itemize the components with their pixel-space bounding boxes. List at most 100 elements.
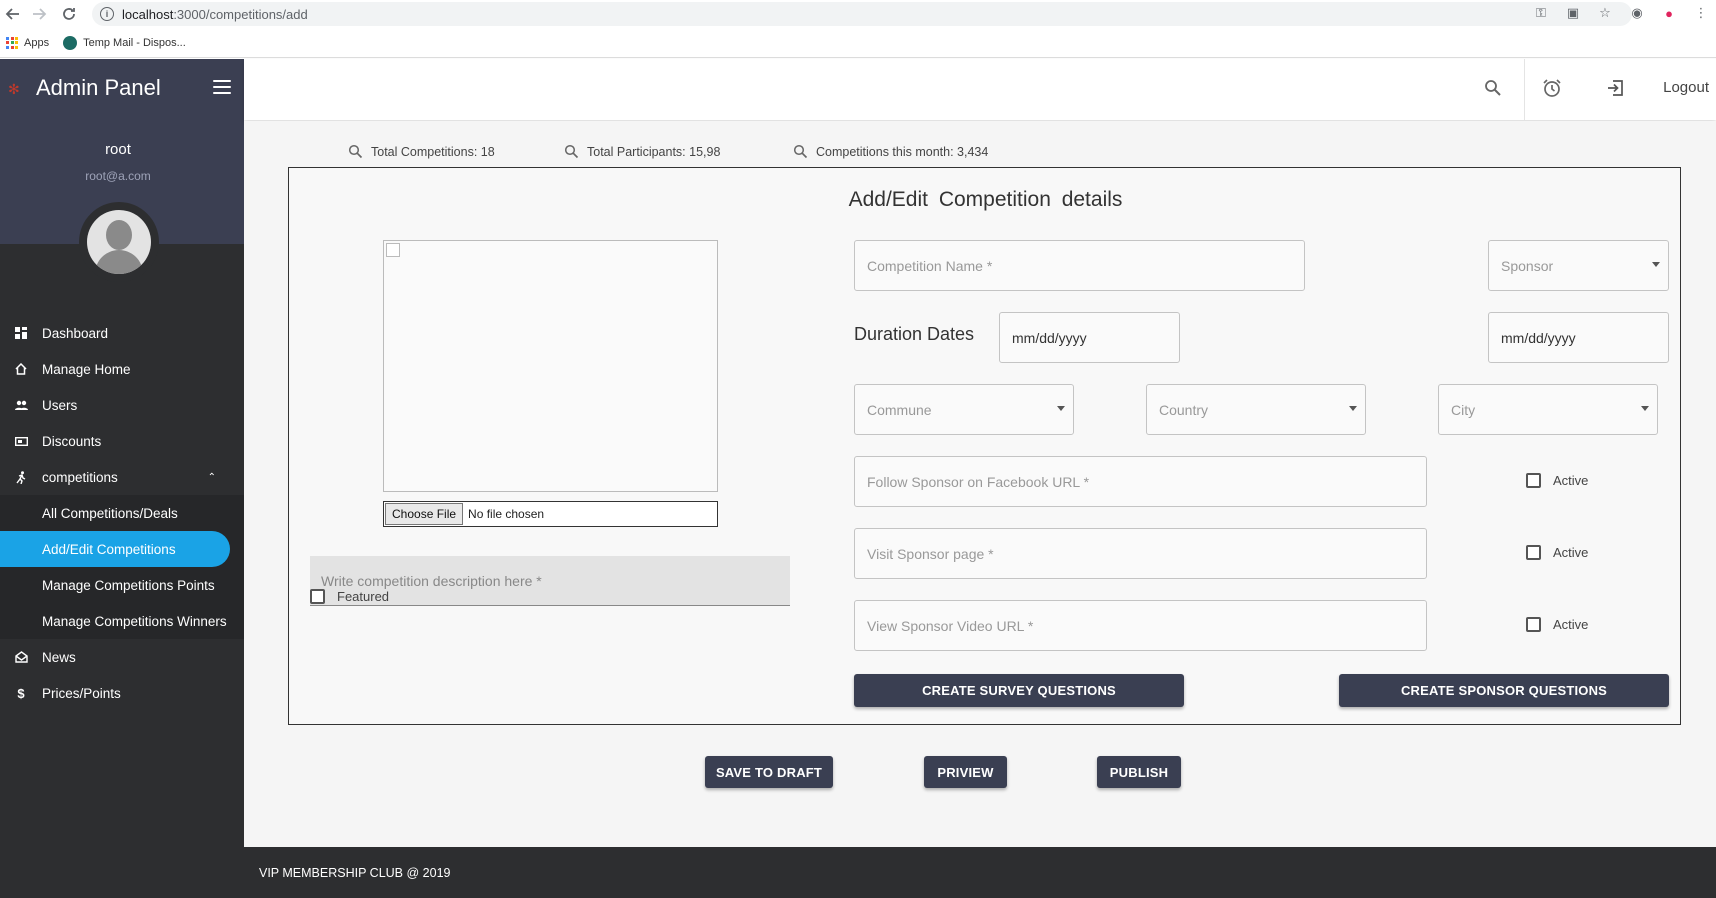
back-arrow-icon[interactable]: [0, 1, 26, 27]
user-email: root@a.com: [85, 169, 151, 183]
bookmark-apps[interactable]: Apps: [6, 36, 49, 49]
dropdown-caret-icon: [1057, 406, 1065, 411]
sidebar-item-users[interactable]: Users: [0, 387, 244, 423]
commune-placeholder: Commune: [867, 401, 932, 418]
bookmarks-bar: Apps Temp Mail - Dispos...: [0, 28, 1716, 58]
broken-image-icon: [386, 243, 400, 257]
stat-label: Total Participants: 15,98: [587, 144, 721, 159]
publish-button[interactable]: PUBLISH: [1097, 756, 1181, 788]
sidebar-item-manage-competitions-points[interactable]: Manage Competitions Points: [0, 567, 244, 603]
search-icon: [348, 144, 363, 159]
key-icon[interactable]: ⚿: [1532, 4, 1550, 22]
search-icon: [793, 144, 808, 159]
sidebar-item-label: competitions: [42, 469, 118, 485]
country-placeholder: Country: [1159, 401, 1209, 418]
temp-mail-icon: [63, 35, 78, 50]
facebook-url-field[interactable]: Follow Sponsor on Facebook URL *: [854, 456, 1427, 507]
sidebar-item-add-edit-competitions[interactable]: Add/Edit Competitions: [0, 531, 230, 567]
url-path: :3000/competitions/add: [173, 6, 308, 22]
create-survey-questions-button[interactable]: CREATE SURVEY QUESTIONS: [854, 674, 1184, 707]
sidebar-item-label: Add/Edit Competitions: [42, 541, 176, 557]
search-icon[interactable]: [1484, 79, 1502, 97]
city-select[interactable]: City: [1438, 384, 1658, 435]
file-status: No file chosen: [468, 507, 545, 521]
video-active-checkbox[interactable]: [1526, 617, 1541, 632]
featured-checkbox-row: Featured: [310, 589, 389, 604]
profile-avatar-icon[interactable]: ●: [1660, 4, 1678, 22]
active-label: Active: [1553, 545, 1589, 560]
address-bar[interactable]: i localhost:3000/competitions/add: [92, 2, 1632, 26]
start-date-field[interactable]: mm/dd/yyyy: [999, 312, 1180, 363]
info-icon[interactable]: i: [100, 7, 114, 21]
sidebar-item-news[interactable]: News: [0, 639, 244, 675]
footer-text: VIP MEMBERSHIP CLUB @ 2019: [259, 865, 451, 880]
sidebar: ✻ Admin Panel root root@a.com Dashboard …: [0, 59, 244, 898]
bookmark-label: Temp Mail - Dispos...: [83, 36, 186, 49]
reload-icon[interactable]: [56, 1, 82, 27]
extension-icon[interactable]: ◉: [1628, 4, 1646, 22]
preview-button[interactable]: PRIVIEW: [924, 756, 1007, 788]
brand-title: Admin Panel: [36, 75, 161, 100]
stats-bar: Total Competitions: 18 Total Participant…: [244, 144, 1716, 164]
duration-label: Duration Dates: [854, 324, 975, 344]
choose-file-button[interactable]: Choose File: [385, 503, 464, 525]
dropdown-caret-icon: [1652, 262, 1660, 267]
dollar-icon: $: [17, 685, 25, 701]
file-input[interactable]: Choose File No file chosen: [383, 501, 718, 527]
video-active-row: Active: [1526, 617, 1588, 632]
users-icon: [14, 398, 28, 412]
sponsor-page-active-row: Active: [1526, 545, 1588, 560]
sponsor-page-field[interactable]: Visit Sponsor page *: [854, 528, 1427, 579]
dashboard-icon: [14, 326, 28, 340]
sponsor-page-active-checkbox[interactable]: [1526, 545, 1541, 560]
commune-select[interactable]: Commune: [854, 384, 1074, 435]
sidebar-header: ✻ Admin Panel root root@a.com: [0, 59, 244, 282]
sidebar-item-label: Manage Competitions Points: [42, 577, 215, 593]
avatar[interactable]: [79, 202, 159, 282]
facebook-active-checkbox[interactable]: [1526, 473, 1541, 488]
header-divider: [1524, 59, 1525, 120]
sidebar-item-manage-competitions-winners[interactable]: Manage Competitions Winners: [0, 603, 244, 639]
browser-extensions: ⚿ ▣ ☆ ◉ ● ⋮: [1532, 4, 1710, 22]
stat-total-participants: Total Participants: 15,98: [564, 144, 720, 159]
translate-icon[interactable]: ▣: [1564, 4, 1582, 22]
sidebar-item-label: Users: [42, 397, 78, 413]
save-to-draft-button[interactable]: SAVE TO DRAFT: [705, 756, 833, 788]
star-icon[interactable]: ☆: [1596, 4, 1614, 22]
country-select[interactable]: Country: [1146, 384, 1366, 435]
sidebar-item-competitions[interactable]: competitions ⌃: [0, 459, 244, 495]
hamburger-menu-icon[interactable]: [213, 80, 231, 94]
dropdown-caret-icon: [1349, 406, 1357, 411]
create-sponsor-questions-button[interactable]: CREATE SPONSOR QUESTIONS: [1339, 674, 1669, 707]
sidebar-item-label: All Competitions/Deals: [42, 505, 178, 521]
more-menu-icon[interactable]: ⋮: [1692, 4, 1710, 22]
brand[interactable]: ✻ Admin Panel: [8, 75, 161, 101]
search-icon: [564, 144, 579, 159]
sponsor-placeholder: Sponsor: [1501, 257, 1554, 274]
sidebar-item-all-competitions[interactable]: All Competitions/Deals: [0, 495, 244, 531]
end-date-field[interactable]: mm/dd/yyyy: [1488, 312, 1669, 363]
forward-arrow-icon[interactable]: [26, 1, 52, 27]
sidebar-item-manage-home[interactable]: Manage Home: [0, 351, 244, 387]
city-placeholder: City: [1451, 401, 1476, 418]
competition-name-field[interactable]: Competition Name *: [854, 240, 1305, 291]
running-icon: [14, 470, 28, 484]
bookmark-temp-mail[interactable]: Temp Mail - Dispos...: [63, 35, 186, 50]
logout-button[interactable]: Logout: [1611, 79, 1709, 96]
chevron-up-icon[interactable]: ⌃: [208, 472, 216, 483]
ticket-icon: [14, 434, 28, 448]
sponsor-select[interactable]: Sponsor: [1488, 240, 1669, 291]
active-label: Active: [1553, 473, 1589, 488]
featured-checkbox[interactable]: [310, 589, 325, 604]
sponsor-video-field[interactable]: View Sponsor Video URL *: [854, 600, 1427, 651]
home-icon: [14, 362, 28, 376]
mail-open-icon: [14, 650, 28, 664]
apps-grid-icon: [6, 36, 18, 49]
sidebar-item-prices-points[interactable]: $ Prices/Points: [0, 675, 244, 711]
facebook-active-row: Active: [1526, 473, 1588, 488]
sidebar-item-discounts[interactable]: Discounts: [0, 423, 244, 459]
sidebar-item-dashboard[interactable]: Dashboard: [0, 315, 244, 351]
sidebar-item-label: Discounts: [42, 433, 102, 449]
active-label: Active: [1553, 617, 1589, 632]
alarm-clock-icon[interactable]: [1542, 78, 1562, 98]
